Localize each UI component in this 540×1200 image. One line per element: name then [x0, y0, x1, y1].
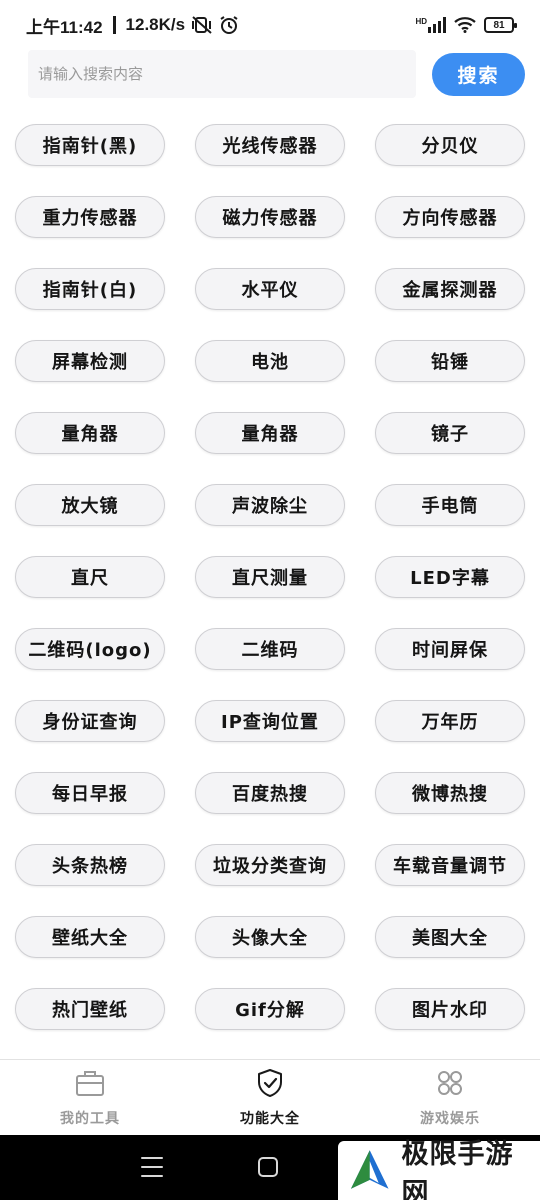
signal-icon: HD — [415, 17, 446, 33]
tool-button[interactable]: 金属探测器 — [375, 268, 525, 310]
tool-button[interactable]: 身份证查询 — [15, 700, 165, 742]
tool-button[interactable]: 量角器 — [195, 412, 345, 454]
mute-vibrate-icon — [191, 15, 213, 35]
menu-icon[interactable] — [141, 1157, 163, 1177]
tool-button[interactable]: 百度热搜 — [195, 772, 345, 814]
home-icon[interactable] — [258, 1157, 278, 1177]
status-time: 上午11:42 — [26, 17, 103, 37]
clover-icon — [435, 1068, 465, 1098]
status-net-speed: 12.8K/s — [125, 15, 186, 34]
watermark-text: 极限手游网 — [401, 1138, 514, 1200]
wifi-icon — [454, 17, 476, 33]
tool-button[interactable]: 美图大全 — [375, 916, 525, 958]
battery-icon: 81 — [484, 17, 517, 33]
tab-label: 我的工具 — [60, 1111, 120, 1127]
tab-label: 功能大全 — [240, 1111, 300, 1127]
tool-button[interactable]: 光线传感器 — [195, 124, 345, 166]
tool-button[interactable]: 万年历 — [375, 700, 525, 742]
tool-button[interactable]: LED字幕 — [375, 556, 525, 598]
tool-button[interactable]: 手电筒 — [375, 484, 525, 526]
tab-label: 游戏娱乐 — [420, 1111, 480, 1127]
shield-check-icon — [255, 1068, 285, 1098]
watermark-badge: 极限手游网 — [338, 1139, 540, 1200]
tool-button[interactable]: 头条热榜 — [15, 844, 165, 886]
tool-button[interactable]: 分贝仪 — [375, 124, 525, 166]
signal-label: HD — [415, 17, 427, 26]
tab-games[interactable]: 游戏娱乐 — [360, 1060, 540, 1135]
tool-button[interactable]: 时间屏保 — [375, 628, 525, 670]
battery-level: 81 — [493, 19, 505, 31]
status-right: HD 81 — [415, 17, 517, 33]
tool-button[interactable]: 铅锤 — [375, 340, 525, 382]
tool-button[interactable]: 磁力传感器 — [195, 196, 345, 238]
tool-button[interactable]: 二维码 — [195, 628, 345, 670]
tool-button[interactable]: 热门壁纸 — [15, 988, 165, 1030]
status-separator — [112, 16, 116, 34]
tool-button[interactable]: 图片水印 — [375, 988, 525, 1030]
tool-button[interactable]: 壁纸大全 — [15, 916, 165, 958]
tab-my-tools[interactable]: 我的工具 — [0, 1060, 180, 1135]
search-row: 搜索 — [0, 50, 540, 100]
search-button[interactable]: 搜索 — [432, 53, 525, 96]
tool-button[interactable]: 屏幕检测 — [15, 340, 165, 382]
tool-grid: 指南针(黑) 光线传感器 分贝仪重力传感器 磁力传感器 方向传感器指南针(白) 水平仪 金属… — [15, 124, 525, 1030]
toolbox-icon — [75, 1068, 105, 1098]
tab-all-features[interactable]: 功能大全 — [180, 1060, 360, 1135]
tool-button[interactable]: 直尺 — [15, 556, 165, 598]
tool-button[interactable]: 方向传感器 — [375, 196, 525, 238]
tool-button[interactable]: 放大镜 — [15, 484, 165, 526]
arrow-logo — [350, 1149, 389, 1189]
tool-button[interactable]: IP查询位置 — [195, 700, 345, 742]
status-left: 上午11:42 12.8K/s — [26, 13, 239, 38]
tool-button[interactable]: 车载音量调节 — [375, 844, 525, 886]
tool-button[interactable]: Gif分解 — [195, 988, 345, 1030]
tool-button[interactable]: 微博热搜 — [375, 772, 525, 814]
tool-button[interactable]: 头像大全 — [195, 916, 345, 958]
tool-button[interactable]: 重力传感器 — [15, 196, 165, 238]
tool-button[interactable]: 水平仪 — [195, 268, 345, 310]
tool-button[interactable]: 量角器 — [15, 412, 165, 454]
status-bar: 上午11:42 12.8K/s HD 81 — [0, 0, 540, 50]
tool-button[interactable]: 镜子 — [375, 412, 525, 454]
tool-button[interactable]: 直尺测量 — [195, 556, 345, 598]
tool-button[interactable]: 每日早报 — [15, 772, 165, 814]
tool-button[interactable]: 声波除尘 — [195, 484, 345, 526]
tool-button[interactable]: 二维码(logo) — [15, 628, 165, 670]
tool-button[interactable]: 指南针(白) — [15, 268, 165, 310]
tool-button[interactable]: 电池 — [195, 340, 345, 382]
search-input[interactable] — [28, 50, 416, 98]
tool-button[interactable]: 垃圾分类查询 — [195, 844, 345, 886]
tool-button[interactable]: 指南针(黑) — [15, 124, 165, 166]
alarm-icon — [219, 15, 239, 35]
bottom-tab-bar: 我的工具 功能大全 游戏娱乐 — [0, 1059, 540, 1135]
